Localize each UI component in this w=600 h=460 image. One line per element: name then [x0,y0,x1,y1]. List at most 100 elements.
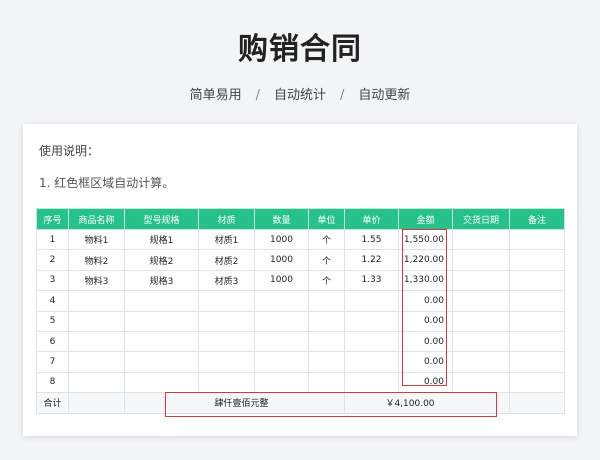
table-cell[interactable] [254,351,309,373]
table-cell[interactable]: 规格2 [124,249,199,271]
column-header: 商品名称 [68,208,125,230]
table-cell[interactable] [452,228,510,251]
table-cell[interactable] [198,290,255,312]
table-cell[interactable]: 1000 [254,269,309,292]
table-cell: 3 [36,269,69,292]
table-cell: 1 [36,228,69,251]
table-cell[interactable] [308,310,345,332]
table-cell[interactable] [509,249,565,271]
table-cell[interactable] [198,351,255,373]
table-cell[interactable] [68,330,125,353]
amount-cell: 1,330.00 [398,269,453,292]
column-header: 序号 [36,208,69,230]
amount-cell: 1,550.00 [398,228,453,251]
column-header: 型号规格 [124,208,199,230]
table-cell[interactable]: 材质3 [198,269,255,292]
table-cell[interactable] [124,290,199,312]
table-cell[interactable] [452,371,510,394]
table-cell[interactable]: 个 [308,249,345,271]
table-cell[interactable]: 材质2 [198,249,255,271]
total-amount: ￥4,100.00 [344,392,510,414]
table-cell[interactable]: 个 [308,269,345,292]
amount-cell: 0.00 [398,371,453,394]
table-cell[interactable] [308,351,345,373]
table-cell[interactable] [124,371,199,394]
table-cell[interactable]: 物料3 [68,269,125,292]
table-cell[interactable] [452,269,510,292]
table-cell[interactable] [68,290,125,312]
table-cell[interactable]: 1.55 [344,228,399,251]
table-cell: 4 [36,290,69,312]
table-cell[interactable] [344,371,399,394]
contract-table: 序号 商品名称 型号规格 材质 数量 单位 单价 金额 交货日期 备注 1 物料1 规格1 材质1 100… [36,208,565,414]
table-cell[interactable]: 1000 [254,228,309,251]
table-cell[interactable]: 物料2 [68,249,125,271]
table-cell[interactable] [124,330,199,353]
table-cell[interactable] [344,290,399,312]
table-cell[interactable] [509,351,565,373]
column-header: 单位 [308,208,345,230]
table-cell[interactable] [452,310,510,332]
table-cell[interactable] [452,290,510,312]
table-cell[interactable] [198,310,255,332]
table-cell[interactable] [124,310,199,332]
table-cell[interactable] [344,351,399,373]
table-cell[interactable]: 规格3 [124,269,199,292]
table-cell[interactable] [452,330,510,353]
table-cell[interactable]: 1000 [254,249,309,271]
table-row: 6 0.00 [36,330,565,353]
table-cell[interactable] [344,310,399,332]
table-cell[interactable] [509,269,565,292]
column-header: 交货日期 [452,208,510,230]
column-header: 备注 [509,208,565,230]
column-header: 单价 [344,208,399,230]
table-cell[interactable]: 物料1 [68,228,125,251]
table-cell[interactable] [254,290,309,312]
table-cell[interactable] [68,371,125,394]
amount-cell: 0.00 [398,290,453,312]
table-cell[interactable] [509,330,565,353]
total-row: 合计 肆仟壹佰元整 ￥4,100.00 [36,392,565,414]
table-cell[interactable]: 个 [308,228,345,251]
feature-item: 自动更新 [358,88,411,103]
amount-cell: 0.00 [398,330,453,353]
table-cell[interactable] [68,392,125,414]
feature-item: 简单易用 [189,88,242,103]
table-cell[interactable] [308,330,345,353]
table-cell[interactable] [509,371,565,394]
table-cell[interactable] [509,392,565,414]
table-cell[interactable]: 规格1 [124,228,199,251]
table-cell[interactable] [198,330,255,353]
table-header-row: 序号 商品名称 型号规格 材质 数量 单位 单价 金额 交货日期 备注 [36,208,565,230]
column-header: 材质 [198,208,255,230]
contract-card: 使用说明： 1. 红色框区域自动计算。 序号 商品名称 型号规格 材质 数量 单位 单价 金额… [23,124,577,436]
amount-cell: 0.00 [398,351,453,373]
table-cell[interactable] [509,290,565,312]
table-cell[interactable] [344,330,399,353]
table-cell[interactable] [254,371,309,394]
feature-item: 自动统计 [273,88,326,103]
table-cell[interactable]: 1.33 [344,269,399,292]
table-cell: 6 [36,330,69,353]
amount-cell: 0.00 [398,310,453,332]
table-cell[interactable] [124,351,199,373]
table-row: 8 0.00 [36,371,565,394]
table-cell[interactable] [452,249,510,271]
table-cell[interactable] [308,290,345,312]
page-title: 购销合同 [238,32,362,67]
table-cell[interactable] [254,310,309,332]
table-cell[interactable]: 材质1 [198,228,255,251]
table-cell[interactable] [198,371,255,394]
table-cell[interactable]: 1.22 [344,249,399,271]
table-cell[interactable] [509,228,565,251]
table-cell[interactable] [509,310,565,332]
table-cell[interactable] [254,330,309,353]
table-cell[interactable] [452,351,510,373]
table-cell[interactable] [68,351,125,373]
table-cell: 2 [36,249,69,271]
notes-title: 使用说明： [39,144,100,158]
table-cell[interactable] [68,310,125,332]
total-amount-words: 肆仟壹佰元整 [124,392,345,414]
table-cell[interactable] [308,371,345,394]
amount-cell: 1,220.00 [398,249,453,271]
